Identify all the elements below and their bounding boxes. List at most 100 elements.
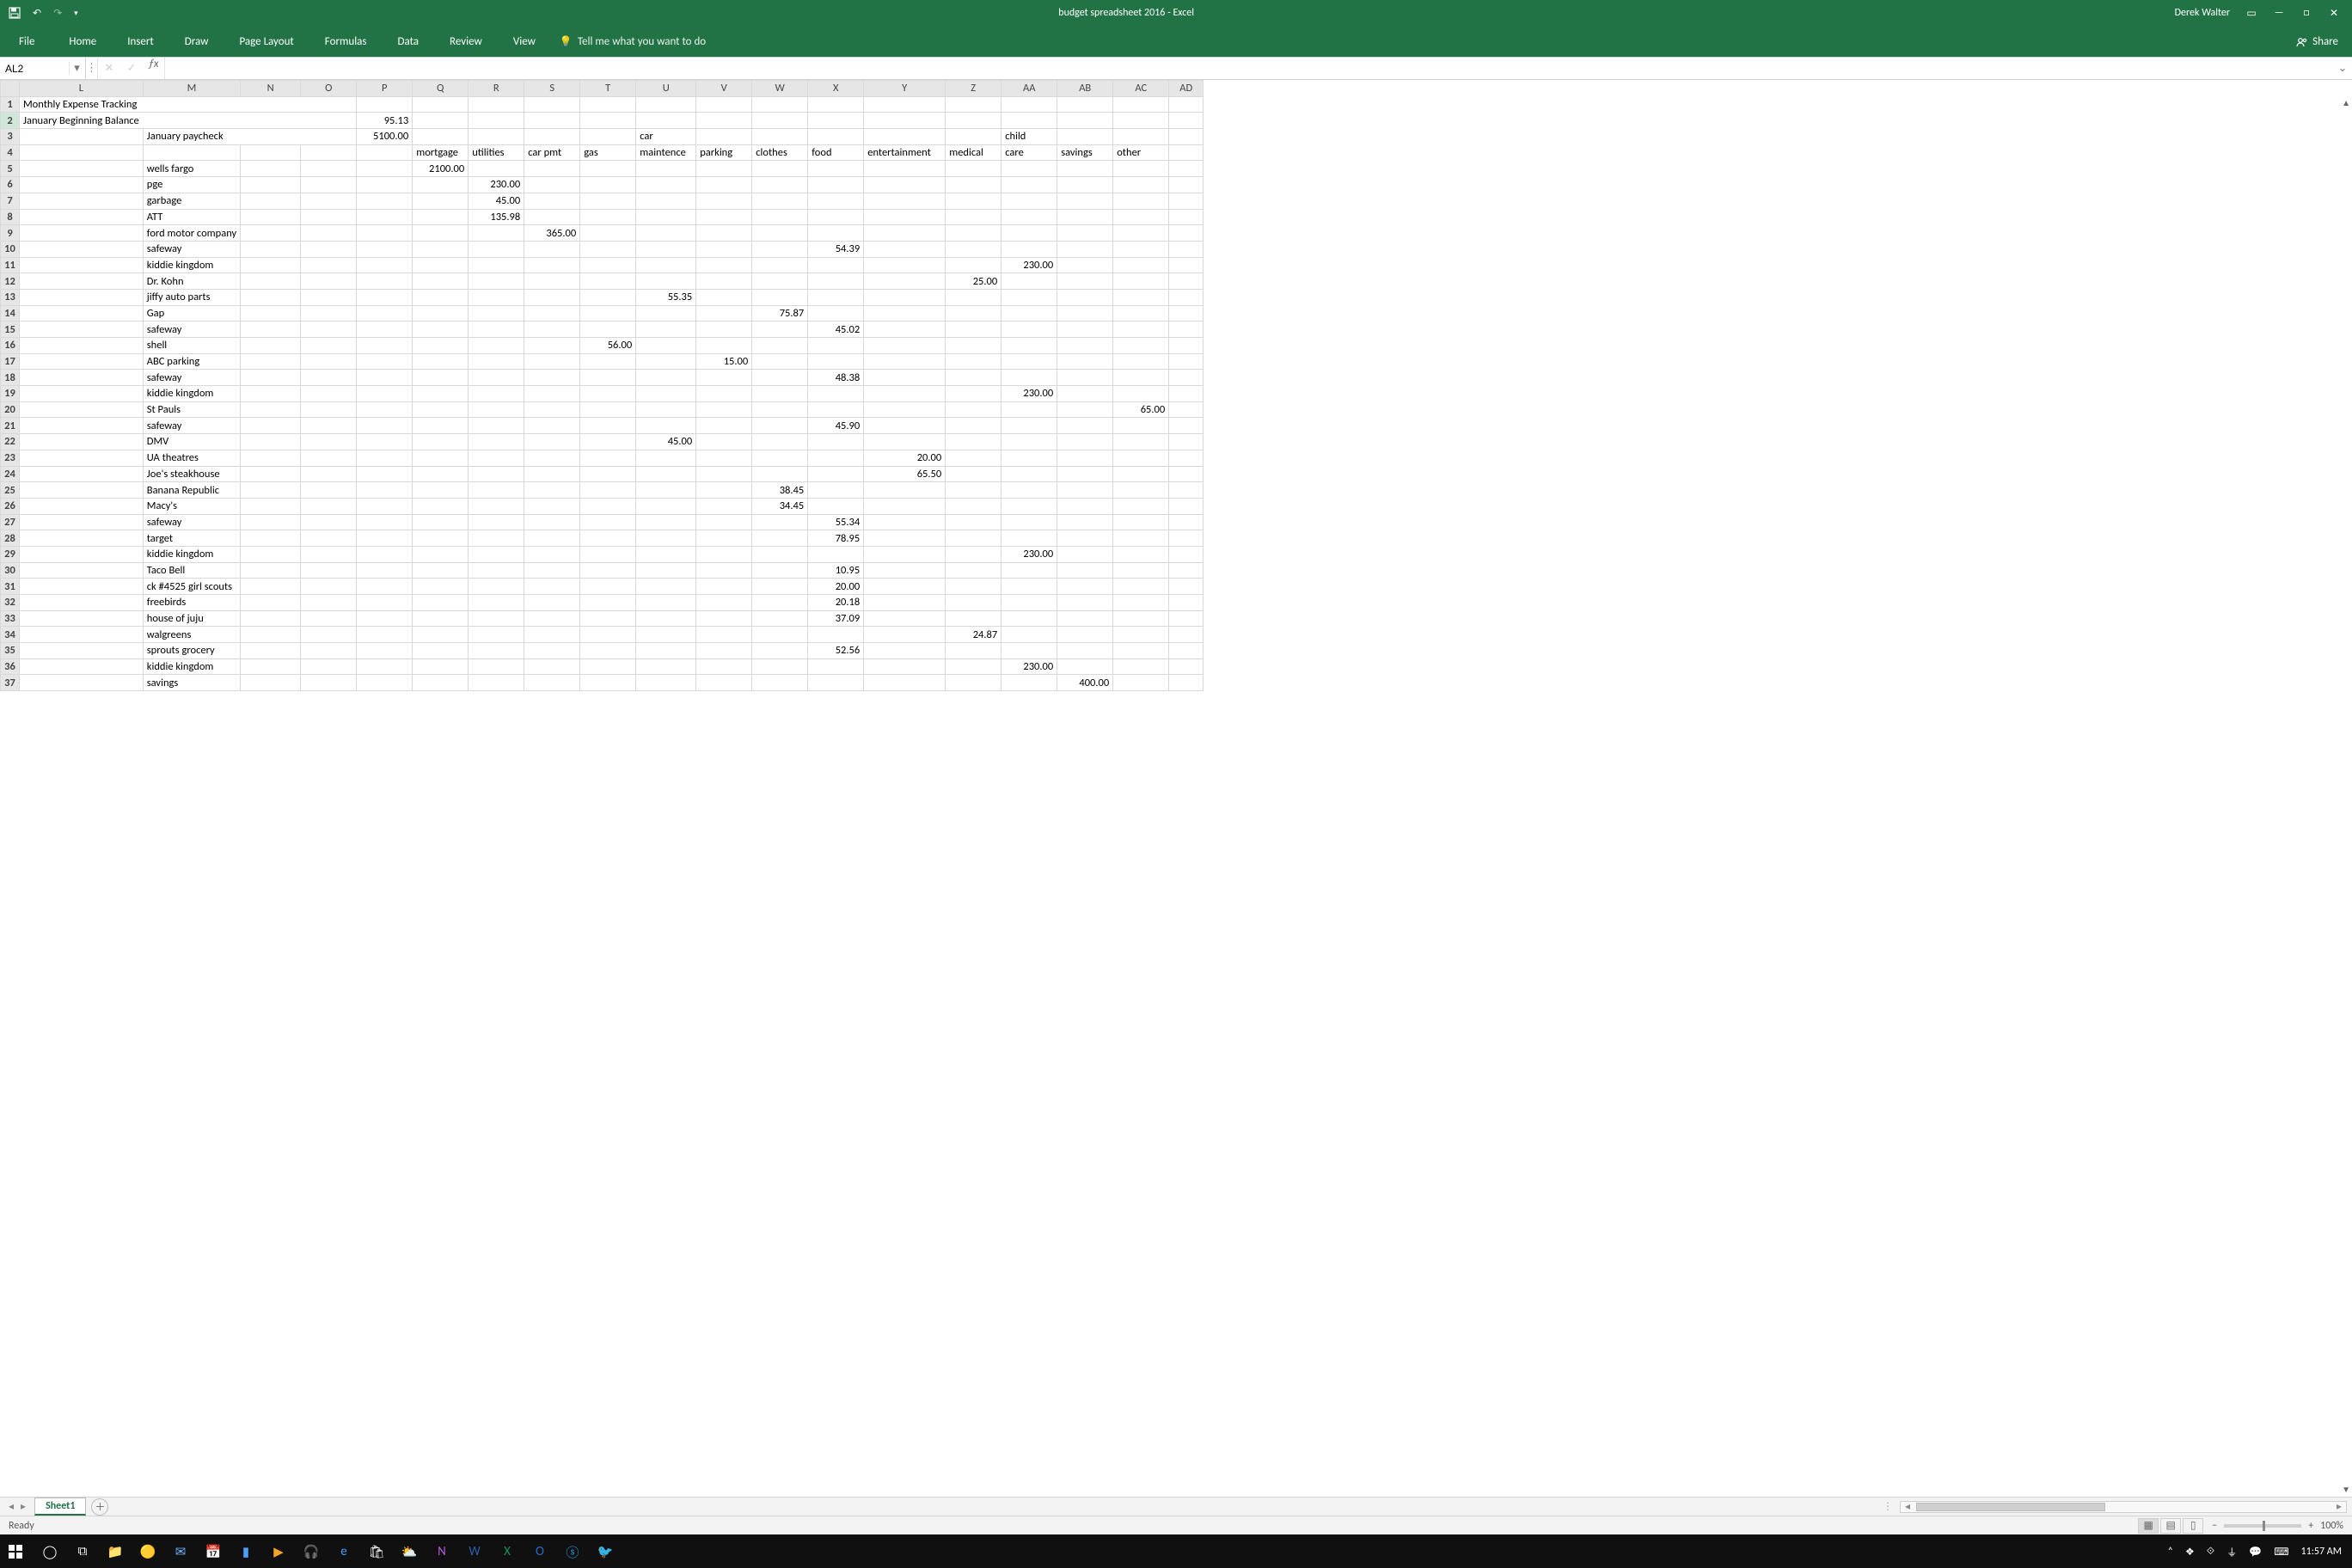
- cell[interactable]: [864, 193, 946, 209]
- cell[interactable]: [301, 482, 357, 499]
- cell[interactable]: [357, 466, 413, 482]
- cell[interactable]: [696, 562, 752, 579]
- cell[interactable]: [946, 193, 1001, 209]
- cell[interactable]: [752, 241, 808, 257]
- cell[interactable]: [524, 498, 580, 514]
- cell[interactable]: [636, 627, 696, 643]
- cell[interactable]: [1169, 401, 1204, 418]
- google-docs-icon[interactable]: ▮: [237, 1544, 254, 1560]
- cell[interactable]: [580, 658, 636, 675]
- cell[interactable]: [808, 177, 864, 193]
- undo-icon[interactable]: ↶: [33, 7, 41, 20]
- cell[interactable]: 52.56: [808, 643, 864, 659]
- cell[interactable]: [580, 498, 636, 514]
- cell[interactable]: [357, 353, 413, 370]
- tray-clock[interactable]: 11:57 AM: [2301, 1546, 2342, 1558]
- cell[interactable]: [946, 482, 1001, 499]
- twitter-icon[interactable]: 🐦: [597, 1544, 614, 1560]
- cell[interactable]: [808, 225, 864, 242]
- cell[interactable]: [864, 257, 946, 273]
- cell[interactable]: [1057, 289, 1113, 305]
- cell[interactable]: [413, 322, 469, 338]
- ribbon-tab-view[interactable]: View: [498, 28, 551, 57]
- row-header[interactable]: 18: [1, 370, 20, 386]
- cell[interactable]: 45.02: [808, 322, 864, 338]
- cell[interactable]: [864, 595, 946, 611]
- cell[interactable]: [524, 322, 580, 338]
- cell[interactable]: [1001, 418, 1057, 434]
- cell[interactable]: [301, 450, 357, 466]
- cell[interactable]: [301, 353, 357, 370]
- cell[interactable]: [808, 193, 864, 209]
- cell[interactable]: [413, 257, 469, 273]
- cell[interactable]: [1057, 177, 1113, 193]
- cell[interactable]: [752, 595, 808, 611]
- cell[interactable]: [357, 546, 413, 562]
- zoom-out-button[interactable]: −: [2212, 1520, 2217, 1532]
- cell[interactable]: safeway: [143, 322, 240, 338]
- task-view-icon[interactable]: ⧉: [74, 1544, 91, 1559]
- row-header[interactable]: 31: [1, 579, 20, 595]
- cell[interactable]: [469, 434, 524, 450]
- cell[interactable]: pge: [143, 177, 240, 193]
- cell[interactable]: [946, 289, 1001, 305]
- start-icon[interactable]: [9, 1545, 26, 1559]
- cell[interactable]: 20.00: [808, 579, 864, 595]
- cell[interactable]: [241, 595, 301, 611]
- row-header[interactable]: 4: [1, 144, 20, 161]
- cell[interactable]: [1057, 610, 1113, 627]
- cell[interactable]: [1169, 658, 1204, 675]
- cell[interactable]: [20, 338, 144, 354]
- cell[interactable]: [636, 579, 696, 595]
- cell[interactable]: [580, 675, 636, 691]
- cell[interactable]: [357, 530, 413, 547]
- cell[interactable]: [524, 289, 580, 305]
- cell[interactable]: [20, 161, 144, 177]
- cell[interactable]: [808, 273, 864, 290]
- cell[interactable]: [696, 322, 752, 338]
- cell[interactable]: [752, 466, 808, 482]
- cell[interactable]: [301, 466, 357, 482]
- row-header[interactable]: 8: [1, 209, 20, 225]
- cell[interactable]: [1001, 562, 1057, 579]
- cell[interactable]: 135.98: [469, 209, 524, 225]
- cell[interactable]: [1169, 466, 1204, 482]
- row-header[interactable]: 23: [1, 450, 20, 466]
- cell[interactable]: [864, 579, 946, 595]
- cell[interactable]: [357, 370, 413, 386]
- cell[interactable]: [413, 338, 469, 354]
- plex-icon[interactable]: ▶: [270, 1544, 287, 1560]
- cell[interactable]: [580, 562, 636, 579]
- cell[interactable]: [469, 305, 524, 322]
- cell[interactable]: [469, 241, 524, 257]
- cell[interactable]: [752, 546, 808, 562]
- cell[interactable]: [241, 113, 301, 129]
- row-header[interactable]: 21: [1, 418, 20, 434]
- cell[interactable]: [946, 595, 1001, 611]
- cell[interactable]: [469, 675, 524, 691]
- cell[interactable]: [696, 241, 752, 257]
- cell[interactable]: [20, 129, 144, 145]
- cell[interactable]: [301, 209, 357, 225]
- cell[interactable]: [241, 482, 301, 499]
- row-header[interactable]: 24: [1, 466, 20, 482]
- cell[interactable]: [20, 257, 144, 273]
- cell[interactable]: [1113, 627, 1169, 643]
- cell[interactable]: [357, 675, 413, 691]
- cell[interactable]: [636, 193, 696, 209]
- cell[interactable]: [1057, 225, 1113, 242]
- cell[interactable]: [20, 562, 144, 579]
- cell[interactable]: 55.35: [636, 289, 696, 305]
- cell[interactable]: walgreens: [143, 627, 240, 643]
- col-header-X[interactable]: X: [808, 81, 864, 97]
- row-header[interactable]: 15: [1, 322, 20, 338]
- cell[interactable]: [696, 434, 752, 450]
- cell[interactable]: [413, 610, 469, 627]
- cell[interactable]: [636, 595, 696, 611]
- row-header[interactable]: 5: [1, 161, 20, 177]
- cell[interactable]: [524, 418, 580, 434]
- cell[interactable]: [580, 161, 636, 177]
- cell[interactable]: [1113, 353, 1169, 370]
- cell[interactable]: [241, 418, 301, 434]
- cell[interactable]: [357, 482, 413, 499]
